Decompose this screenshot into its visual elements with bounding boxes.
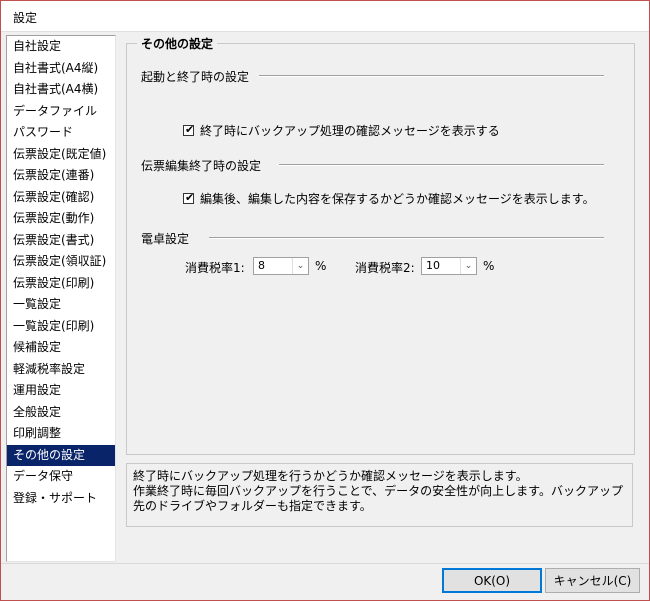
- description-line-2: 作業終了時に毎回バックアップを行うことで、データの安全性が向上します。バックアッ…: [133, 484, 623, 513]
- edit-section-divider: [279, 164, 604, 166]
- tax-rate-2-value: 10: [426, 259, 440, 272]
- description-box: 終了時にバックアップ処理を行うかどうか確認メッセージを表示します。 作業終了時に…: [126, 463, 633, 527]
- window-title: 設定: [13, 11, 38, 25]
- save-confirm-label: 編集後、編集した内容を保存するかどうか確認メッセージを表示します。: [200, 192, 595, 206]
- sidebar-item[interactable]: 伝票設定(領収証): [7, 251, 115, 273]
- calc-section-divider: [209, 237, 604, 239]
- sidebar-item[interactable]: 一覧設定: [7, 294, 115, 316]
- tax-rate-1-unit: %: [315, 259, 327, 273]
- calc-section-label: 電卓設定: [141, 230, 196, 247]
- sidebar-item[interactable]: 自社設定: [7, 36, 115, 58]
- tax-rate-1-value: 8: [258, 259, 265, 272]
- other-settings-group: その他の設定 起動と終了時の設定 ✔ 終了時にバックアップ処理の確認メッセージを…: [126, 35, 635, 455]
- sidebar-item[interactable]: データファイル: [7, 101, 115, 123]
- tax-rate-2-unit: %: [483, 259, 495, 273]
- check-icon: ✔: [185, 123, 195, 136]
- settings-window: 設定 自社設定 自社書式(A4縦) 自社書式(A4横) データファイル パスワード 伝票設…: [0, 0, 650, 601]
- tax-rate-1-select[interactable]: 8 ⌄: [253, 257, 309, 275]
- sidebar-item[interactable]: 登録・サポート: [7, 488, 115, 510]
- backup-confirm-label: 終了時にバックアップ処理の確認メッセージを表示する: [200, 124, 500, 138]
- tax-rate-2-label: 消費税率2:: [355, 261, 415, 275]
- tax-rate-1-label: 消費税率1:: [185, 261, 245, 275]
- check-icon: ✔: [185, 191, 195, 204]
- sidebar-item[interactable]: 伝票設定(連番): [7, 165, 115, 187]
- bottom-separator: [1, 563, 649, 564]
- sidebar-item[interactable]: 伝票設定(印刷): [7, 273, 115, 295]
- description-line-1: 終了時にバックアップ処理を行うかどうか確認メッセージを表示します。: [133, 469, 528, 483]
- sidebar-item[interactable]: 伝票設定(書式): [7, 230, 115, 252]
- chevron-down-icon[interactable]: ⌄: [292, 258, 308, 274]
- edit-section-label: 伝票編集終了時の設定: [141, 157, 268, 174]
- sidebar-item[interactable]: データ保守: [7, 466, 115, 488]
- sidebar-item[interactable]: 候補設定: [7, 337, 115, 359]
- sidebar-item[interactable]: パスワード: [7, 122, 115, 144]
- sidebar-item[interactable]: 印刷調整: [7, 423, 115, 445]
- ok-button[interactable]: OK(O): [442, 568, 542, 593]
- sidebar-item[interactable]: 運用設定: [7, 380, 115, 402]
- sidebar-item[interactable]: 伝票設定(動作): [7, 208, 115, 230]
- sidebar-item[interactable]: 自社書式(A4縦): [7, 58, 115, 80]
- cancel-button[interactable]: キャンセル(C): [545, 568, 640, 593]
- backup-confirm-checkbox[interactable]: ✔: [183, 123, 195, 136]
- startup-section-label: 起動と終了時の設定: [141, 68, 256, 85]
- startup-section-divider: [259, 75, 604, 77]
- save-confirm-checkbox[interactable]: ✔: [183, 191, 195, 204]
- backup-confirm-option[interactable]: ✔ 終了時にバックアップ処理の確認メッセージを表示する: [183, 122, 500, 139]
- tax-rate-2-select[interactable]: 10 ⌄: [421, 257, 477, 275]
- sidebar-item[interactable]: 伝票設定(確認): [7, 187, 115, 209]
- sidebar-item[interactable]: 伝票設定(既定値): [7, 144, 115, 166]
- sidebar-item[interactable]: 軽減税率設定: [7, 359, 115, 381]
- sidebar-item[interactable]: 自社書式(A4横): [7, 79, 115, 101]
- sidebar-item[interactable]: その他の設定: [7, 444, 115, 466]
- title-bar: 設定: [1, 1, 649, 32]
- save-confirm-option[interactable]: ✔ 編集後、編集した内容を保存するかどうか確認メッセージを表示します。: [183, 190, 595, 207]
- sidebar-item[interactable]: 一覧設定(印刷): [7, 316, 115, 338]
- group-title: その他の設定: [137, 35, 218, 52]
- sidebar-item[interactable]: 全般設定: [7, 402, 115, 424]
- chevron-down-icon[interactable]: ⌄: [460, 258, 476, 274]
- settings-category-list[interactable]: 自社設定 自社書式(A4縦) 自社書式(A4横) データファイル パスワード 伝票設定(既…: [6, 35, 116, 562]
